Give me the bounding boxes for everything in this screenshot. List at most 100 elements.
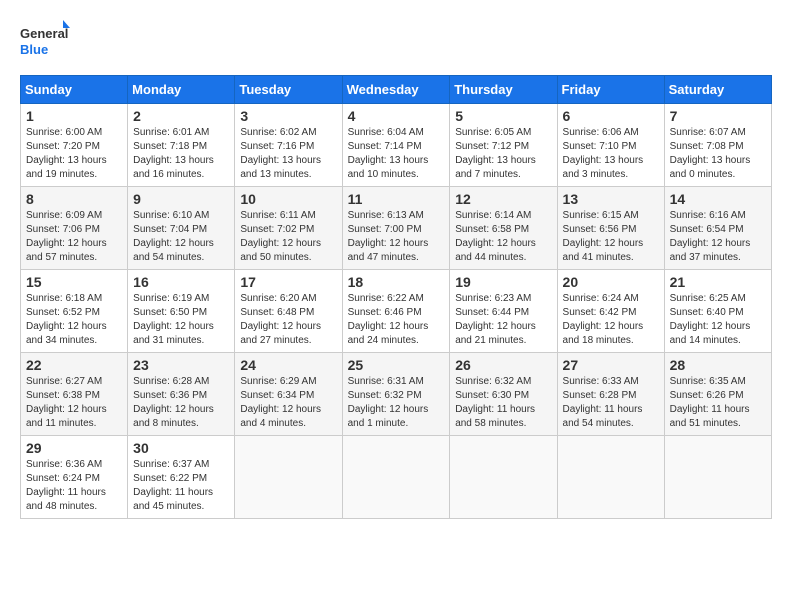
header-cell-tuesday: Tuesday	[235, 76, 342, 104]
calendar-cell: 30 Sunrise: 6:37 AM Sunset: 6:22 PM Dayli…	[128, 436, 235, 519]
day-number: 19	[455, 274, 551, 290]
calendar-cell: 23Sunrise: 6:28 AM Sunset: 6:36 PM Dayli…	[128, 353, 235, 436]
day-number: 8	[26, 191, 122, 207]
day-number: 14	[670, 191, 766, 207]
day-info: Sunrise: 6:13 AM Sunset: 7:00 PM Dayligh…	[348, 209, 445, 265]
day-info: Sunrise: 6:25 AM Sunset: 6:40 PM Dayligh…	[670, 292, 766, 348]
calendar-cell: 9 Sunrise: 6:10 AM Sunset: 7:04 PM Daylig…	[128, 187, 235, 270]
calendar-cell	[235, 436, 342, 519]
day-number: 21	[670, 274, 766, 290]
calendar-cell: 4 Sunrise: 6:04 AM Sunset: 7:14 PM Daylig…	[342, 104, 450, 187]
calendar-week-2: 8 Sunrise: 6:09 AM Sunset: 7:06 PM Daylig…	[21, 187, 772, 270]
day-number: 17	[240, 274, 336, 290]
day-number: 26	[455, 357, 551, 373]
day-number: 18	[348, 274, 445, 290]
calendar-cell: 21 Sunrise: 6:25 AM Sunset: 6:40 PM Dayli…	[664, 270, 771, 353]
day-info: Sunrise: 6:10 AM Sunset: 7:04 PM Dayligh…	[133, 209, 229, 265]
calendar-cell: 7Sunrise: 6:07 AM Sunset: 7:08 PM Daylig…	[664, 104, 771, 187]
day-number: 3	[240, 108, 336, 124]
calendar-cell: 26 Sunrise: 6:32 AM Sunset: 6:30 PM Dayli…	[450, 353, 557, 436]
header-cell-wednesday: Wednesday	[342, 76, 450, 104]
calendar-cell: 28 Sunrise: 6:35 AM Sunset: 6:26 PM Dayli…	[664, 353, 771, 436]
day-number: 9	[133, 191, 229, 207]
day-number: 30	[133, 440, 229, 456]
day-info: Sunrise: 6:18 AM Sunset: 6:52 PM Dayligh…	[26, 292, 122, 348]
day-info: Sunrise: 6:16 AM Sunset: 6:54 PM Dayligh…	[670, 209, 766, 265]
header-cell-thursday: Thursday	[450, 76, 557, 104]
calendar-cell	[450, 436, 557, 519]
calendar-cell: 17 Sunrise: 6:20 AM Sunset: 6:48 PM Dayli…	[235, 270, 342, 353]
calendar-cell: 16Sunrise: 6:19 AM Sunset: 6:50 PM Dayli…	[128, 270, 235, 353]
calendar-week-5: 29 Sunrise: 6:36 AM Sunset: 6:24 PM Dayli…	[21, 436, 772, 519]
calendar-cell: 27Sunrise: 6:33 AM Sunset: 6:28 PM Dayli…	[557, 353, 664, 436]
day-number: 6	[563, 108, 659, 124]
day-info: Sunrise: 6:09 AM Sunset: 7:06 PM Dayligh…	[26, 209, 122, 265]
day-number: 13	[563, 191, 659, 207]
calendar-cell: 13 Sunrise: 6:15 AM Sunset: 6:56 PM Dayli…	[557, 187, 664, 270]
calendar-cell	[342, 436, 450, 519]
day-number: 20	[563, 274, 659, 290]
calendar-cell	[557, 436, 664, 519]
day-number: 4	[348, 108, 445, 124]
calendar-cell	[664, 436, 771, 519]
day-number: 28	[670, 357, 766, 373]
calendar-cell: 29 Sunrise: 6:36 AM Sunset: 6:24 PM Dayli…	[21, 436, 128, 519]
day-number: 23	[133, 357, 229, 373]
calendar-cell: 14 Sunrise: 6:16 AM Sunset: 6:54 PM Dayli…	[664, 187, 771, 270]
calendar-cell: 25 Sunrise: 6:31 AM Sunset: 6:32 PM Dayli…	[342, 353, 450, 436]
day-number: 11	[348, 191, 445, 207]
day-info: Sunrise: 6:29 AM Sunset: 6:34 PM Dayligh…	[240, 375, 336, 431]
calendar-cell: 12Sunrise: 6:14 AM Sunset: 6:58 PM Dayli…	[450, 187, 557, 270]
day-number: 22	[26, 357, 122, 373]
calendar-cell: 3 Sunrise: 6:02 AM Sunset: 7:16 PM Daylig…	[235, 104, 342, 187]
day-number: 7	[670, 108, 766, 124]
day-number: 24	[240, 357, 336, 373]
calendar-cell: 15 Sunrise: 6:18 AM Sunset: 6:52 PM Dayli…	[21, 270, 128, 353]
header-cell-monday: Monday	[128, 76, 235, 104]
calendar-week-4: 22 Sunrise: 6:27 AM Sunset: 6:38 PM Dayli…	[21, 353, 772, 436]
svg-text:Blue: Blue	[20, 42, 48, 57]
day-info: Sunrise: 6:36 AM Sunset: 6:24 PM Dayligh…	[26, 458, 122, 514]
calendar-cell: 5 Sunrise: 6:05 AM Sunset: 7:12 PM Daylig…	[450, 104, 557, 187]
day-info: Sunrise: 6:04 AM Sunset: 7:14 PM Dayligh…	[348, 126, 445, 182]
day-info: Sunrise: 6:14 AM Sunset: 6:58 PM Dayligh…	[455, 209, 551, 265]
day-number: 5	[455, 108, 551, 124]
day-info: Sunrise: 6:06 AM Sunset: 7:10 PM Dayligh…	[563, 126, 659, 182]
day-info: Sunrise: 6:00 AM Sunset: 7:20 PM Dayligh…	[26, 126, 122, 182]
day-info: Sunrise: 6:01 AM Sunset: 7:18 PM Dayligh…	[133, 126, 229, 182]
day-info: Sunrise: 6:15 AM Sunset: 6:56 PM Dayligh…	[563, 209, 659, 265]
day-info: Sunrise: 6:37 AM Sunset: 6:22 PM Dayligh…	[133, 458, 229, 514]
day-info: Sunrise: 6:05 AM Sunset: 7:12 PM Dayligh…	[455, 126, 551, 182]
logo-svg: General Blue	[20, 20, 70, 65]
day-info: Sunrise: 6:31 AM Sunset: 6:32 PM Dayligh…	[348, 375, 445, 431]
day-info: Sunrise: 6:27 AM Sunset: 6:38 PM Dayligh…	[26, 375, 122, 431]
day-info: Sunrise: 6:33 AM Sunset: 6:28 PM Dayligh…	[563, 375, 659, 431]
calendar-week-1: 1 Sunrise: 6:00 AM Sunset: 7:20 PM Daylig…	[21, 104, 772, 187]
calendar-table: SundayMondayTuesdayWednesdayThursdayFrid…	[20, 75, 772, 519]
day-number: 29	[26, 440, 122, 456]
day-info: Sunrise: 6:24 AM Sunset: 6:42 PM Dayligh…	[563, 292, 659, 348]
calendar-header-row: SundayMondayTuesdayWednesdayThursdayFrid…	[21, 76, 772, 104]
day-info: Sunrise: 6:02 AM Sunset: 7:16 PM Dayligh…	[240, 126, 336, 182]
calendar-cell: 20 Sunrise: 6:24 AM Sunset: 6:42 PM Dayli…	[557, 270, 664, 353]
day-info: Sunrise: 6:19 AM Sunset: 6:50 PM Dayligh…	[133, 292, 229, 348]
header-cell-saturday: Saturday	[664, 76, 771, 104]
calendar-cell: 8 Sunrise: 6:09 AM Sunset: 7:06 PM Daylig…	[21, 187, 128, 270]
day-number: 1	[26, 108, 122, 124]
day-info: Sunrise: 6:20 AM Sunset: 6:48 PM Dayligh…	[240, 292, 336, 348]
day-number: 15	[26, 274, 122, 290]
day-number: 2	[133, 108, 229, 124]
calendar-cell: 24 Sunrise: 6:29 AM Sunset: 6:34 PM Dayli…	[235, 353, 342, 436]
calendar-cell: 11 Sunrise: 6:13 AM Sunset: 7:00 PM Dayli…	[342, 187, 450, 270]
calendar-cell: 18 Sunrise: 6:22 AM Sunset: 6:46 PM Dayli…	[342, 270, 450, 353]
logo: General Blue	[20, 20, 70, 65]
header: General Blue	[20, 20, 772, 65]
calendar-week-3: 15 Sunrise: 6:18 AM Sunset: 6:52 PM Dayli…	[21, 270, 772, 353]
day-info: Sunrise: 6:35 AM Sunset: 6:26 PM Dayligh…	[670, 375, 766, 431]
day-info: Sunrise: 6:32 AM Sunset: 6:30 PM Dayligh…	[455, 375, 551, 431]
day-info: Sunrise: 6:22 AM Sunset: 6:46 PM Dayligh…	[348, 292, 445, 348]
day-number: 10	[240, 191, 336, 207]
calendar-cell: 19Sunrise: 6:23 AM Sunset: 6:44 PM Dayli…	[450, 270, 557, 353]
header-cell-sunday: Sunday	[21, 76, 128, 104]
day-number: 25	[348, 357, 445, 373]
